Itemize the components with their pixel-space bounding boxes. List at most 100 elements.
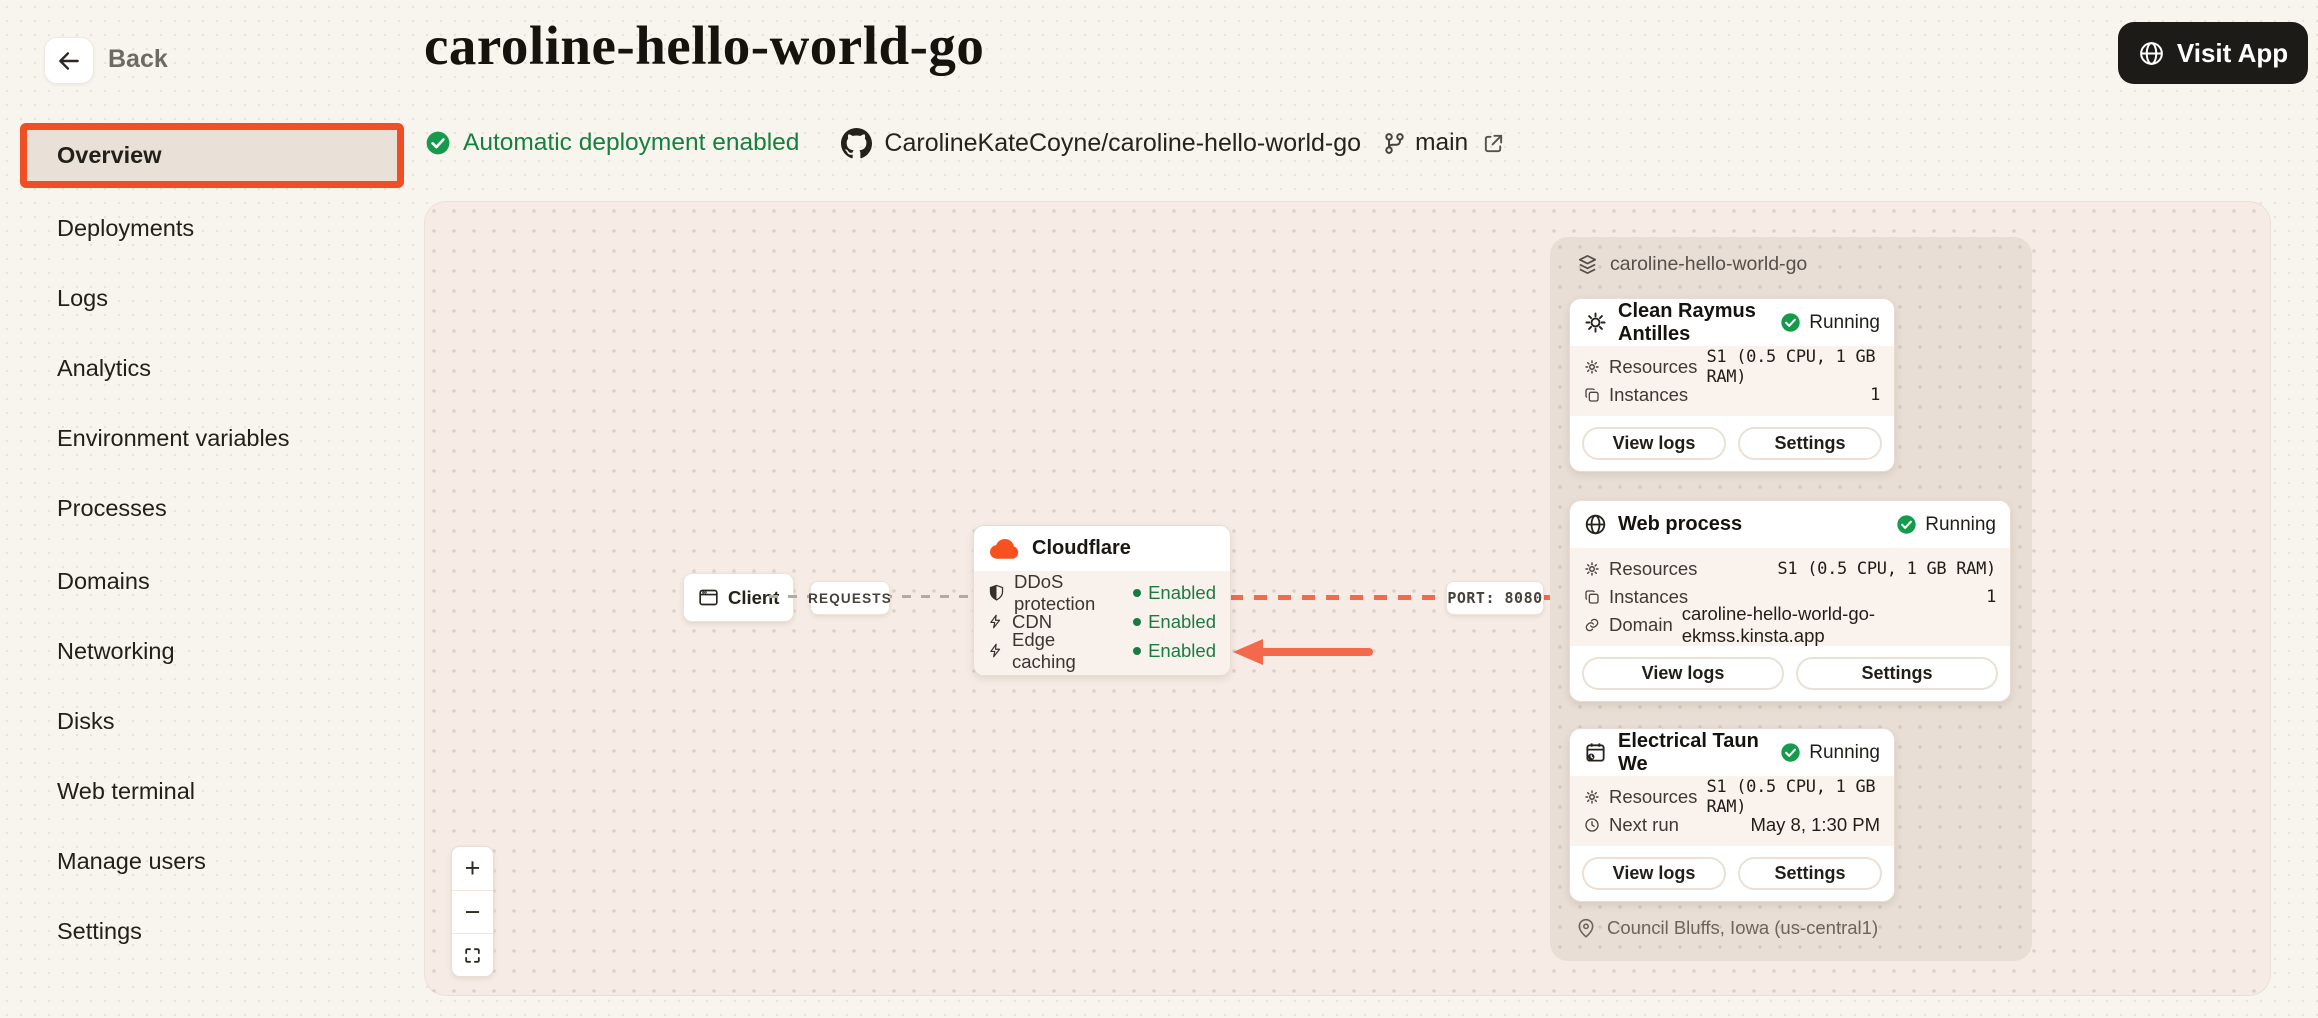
enabled-dot [1133,618,1141,626]
sidebar-item-label: Domains [57,568,150,595]
globe-icon [2138,40,2165,67]
process-title: Electrical Taun We [1618,730,1769,776]
enabled-dot [1133,647,1141,655]
auto-deploy-status: Automatic deployment enabled [425,129,799,157]
feature-value: Enabled [1148,611,1216,633]
location-label: Council Bluffs, Iowa (us-central1) [1607,917,1878,939]
sidebar-item-label: Networking [57,638,175,665]
sidebar-item-logs[interactable]: Logs [0,263,412,333]
feature-label: Edge caching [1012,629,1124,673]
instances-copy-icon [1584,589,1600,605]
process-card-header: Web process Running [1570,501,2010,548]
check-circle-icon [1896,514,1917,535]
process-card-footer: View logs Settings [1570,846,1894,901]
zoom-controls: + − [451,846,494,977]
port-edge-label: PORT: 8080 [1446,581,1544,615]
row-value-domain[interactable]: caroline-hello-world-go-ekmss.kinsta.app [1682,603,1996,647]
process-card-cron[interactable]: Electrical Taun We Running Resources S1 … [1569,728,1895,902]
view-logs-button[interactable]: View logs [1582,427,1726,460]
external-link-icon [1482,132,1505,155]
process-title: Clean Raymus Antilles [1618,300,1769,346]
repo-link[interactable]: CarolineKateCoyne/caroline-hello-world-g… [841,128,1361,159]
bolt-icon [988,642,1003,659]
process-card-web[interactable]: Web process Running Resources S1 (0.5 CP… [1569,500,2011,702]
row-label: Instances [1609,384,1688,406]
settings-button[interactable]: Settings [1738,857,1882,890]
visit-app-button[interactable]: Visit App [2118,22,2308,84]
status-badge: Running [1780,312,1880,334]
status-badge: Running [1780,742,1880,764]
sidebar-item-settings[interactable]: Settings [0,896,412,966]
status-bar: Automatic deployment enabled CarolineKat… [425,125,1505,161]
resources-gear-icon [1584,561,1600,577]
cloudflare-title: Cloudflare [1032,537,1131,560]
resources-gear-icon [1584,359,1600,375]
page-title: caroline-hello-world-go [424,14,984,77]
sidebar-item-label: Processes [57,495,167,522]
cloudflare-row-ddos: DDoS protection Enabled [988,578,1216,607]
sidebar-item-label: Web terminal [57,778,195,805]
row-label: Instances [1609,586,1688,608]
zoom-in-button[interactable]: + [452,847,493,890]
enabled-dot [1133,589,1141,597]
instances-copy-icon [1584,387,1600,403]
cloudflare-row-edge-caching: Edge caching Enabled [988,636,1216,665]
sidebar-item-overview[interactable]: Overview [20,123,404,188]
sidebar-item-networking[interactable]: Networking [0,616,412,686]
auto-deploy-label: Automatic deployment enabled [463,129,799,157]
branch-link[interactable]: main [1383,129,1505,157]
zoom-out-button[interactable]: − [452,890,493,933]
datacenter-location: Council Bluffs, Iowa (us-central1) [1576,917,1878,939]
browser-window-icon [698,587,719,608]
sidebar-item-disks[interactable]: Disks [0,686,412,756]
cloudflare-header: Cloudflare [974,526,1230,571]
process-card-background[interactable]: Clean Raymus Antilles Running Resources … [1569,298,1895,472]
sidebar-item-domains[interactable]: Domains [0,546,412,616]
shield-half-icon [988,584,1005,601]
layers-icon [1576,253,1599,276]
deployment-diagram-canvas[interactable]: Client REQUESTS PORT: 8080 Cloudflare DD… [424,201,2271,996]
sidebar-item-label: Overview [57,142,162,169]
process-card-footer: View logs Settings [1570,646,2010,701]
link-icon [1584,617,1600,633]
sidebar-item-label: Disks [57,708,114,735]
row-label: Domain [1609,614,1673,636]
sidebar-item-deployments[interactable]: Deployments [0,193,412,263]
map-pin-icon [1576,918,1596,938]
sidebar: Overview Deployments Logs Analytics Envi… [0,0,412,1018]
view-logs-button[interactable]: View logs [1582,657,1784,690]
globe-icon [1584,513,1607,536]
sidebar-item-environment-variables[interactable]: Environment variables [0,403,412,473]
process-card-footer: View logs Settings [1570,416,1894,471]
row-value: S1 (0.5 CPU, 1 GB RAM) [1777,559,1996,579]
settings-button[interactable]: Settings [1738,427,1882,460]
cloudflare-node[interactable]: Cloudflare DDoS protection Enabled CDN E… [973,525,1231,676]
status-label: Running [1925,514,1996,536]
sidebar-item-processes[interactable]: Processes [0,473,412,543]
app-group-header: caroline-hello-world-go [1576,253,1807,276]
status-label: Running [1809,742,1880,764]
feature-label: DDoS protection [1014,571,1124,615]
row-value: S1 (0.5 CPU, 1 GB RAM) [1706,777,1880,817]
row-label: Resources [1609,786,1697,808]
bolt-icon [988,613,1003,630]
process-title: Web process [1618,513,1742,536]
view-logs-button[interactable]: View logs [1582,857,1726,890]
sidebar-item-label: Logs [57,285,108,312]
settings-button[interactable]: Settings [1796,657,1998,690]
check-circle-icon [425,130,451,156]
cloudflare-body: DDoS protection Enabled CDN Enabled Edge… [974,571,1230,675]
sidebar-item-label: Deployments [57,215,194,242]
sidebar-item-web-terminal[interactable]: Web terminal [0,756,412,826]
sidebar-item-analytics[interactable]: Analytics [0,333,412,403]
sidebar-item-label: Manage users [57,848,206,875]
sidebar-item-label: Environment variables [57,425,290,452]
status-badge: Running [1896,514,1996,536]
sidebar-item-label: Analytics [57,355,151,382]
sidebar-item-label: Settings [57,918,142,945]
fullscreen-button[interactable] [452,933,493,976]
fullscreen-icon [463,946,482,965]
sidebar-item-manage-users[interactable]: Manage users [0,826,412,896]
github-icon [841,128,872,159]
check-circle-icon [1780,742,1801,763]
